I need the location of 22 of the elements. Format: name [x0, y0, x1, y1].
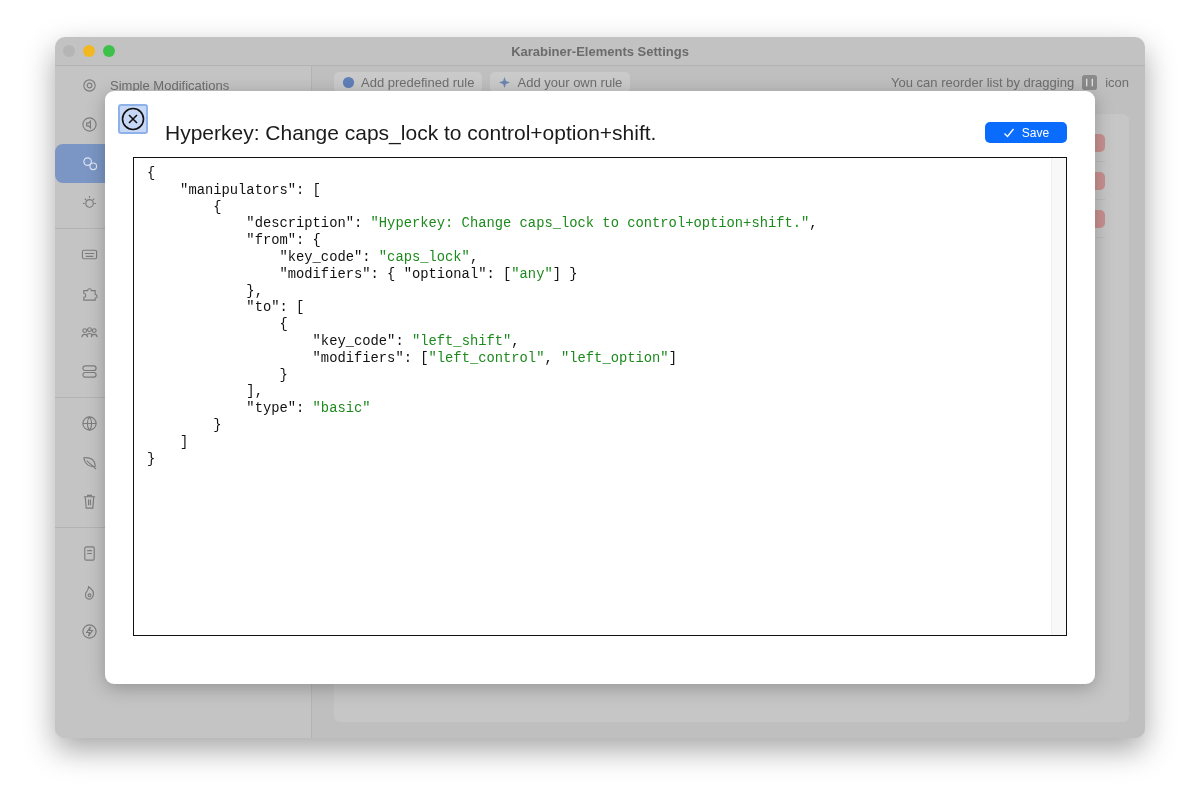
window-title: Karabiner-Elements Settings — [511, 43, 689, 59]
code-line: ], — [245, 384, 264, 401]
code-line: } — [147, 451, 157, 469]
code-line: ] — [179, 434, 190, 452]
hint-text: You can reorder list by dragging — [891, 74, 1075, 90]
code-line: "modifiers": ["left_control", "left_option"] — [311, 350, 678, 368]
code-line: { — [147, 166, 157, 183]
code-line: } — [278, 367, 289, 385]
code-line: }, — [245, 283, 264, 300]
code-line: "type": "basic" — [245, 401, 372, 418]
code-line: { — [278, 317, 289, 334]
code-line: "manipulators": [ — [179, 182, 322, 200]
code-line: "key_code": "caps_lock", — [278, 250, 480, 267]
code-line: "from": { — [245, 233, 322, 250]
dialog-title: Hyperkey: Change caps_lock to control+option+shift. — [165, 121, 657, 145]
code-line: "key_code": "left_shift", — [311, 333, 521, 351]
code-line: } — [212, 417, 223, 435]
code-line: "to": [ — [245, 300, 306, 317]
code-line: "description": "Hyperkey: Change caps_lock to control+option+shift.", — [245, 216, 819, 233]
hint-text: icon — [1105, 74, 1129, 90]
code-line: "modifiers": { "optional": ["any"] } — [278, 266, 579, 284]
code-line: { — [212, 199, 223, 217]
